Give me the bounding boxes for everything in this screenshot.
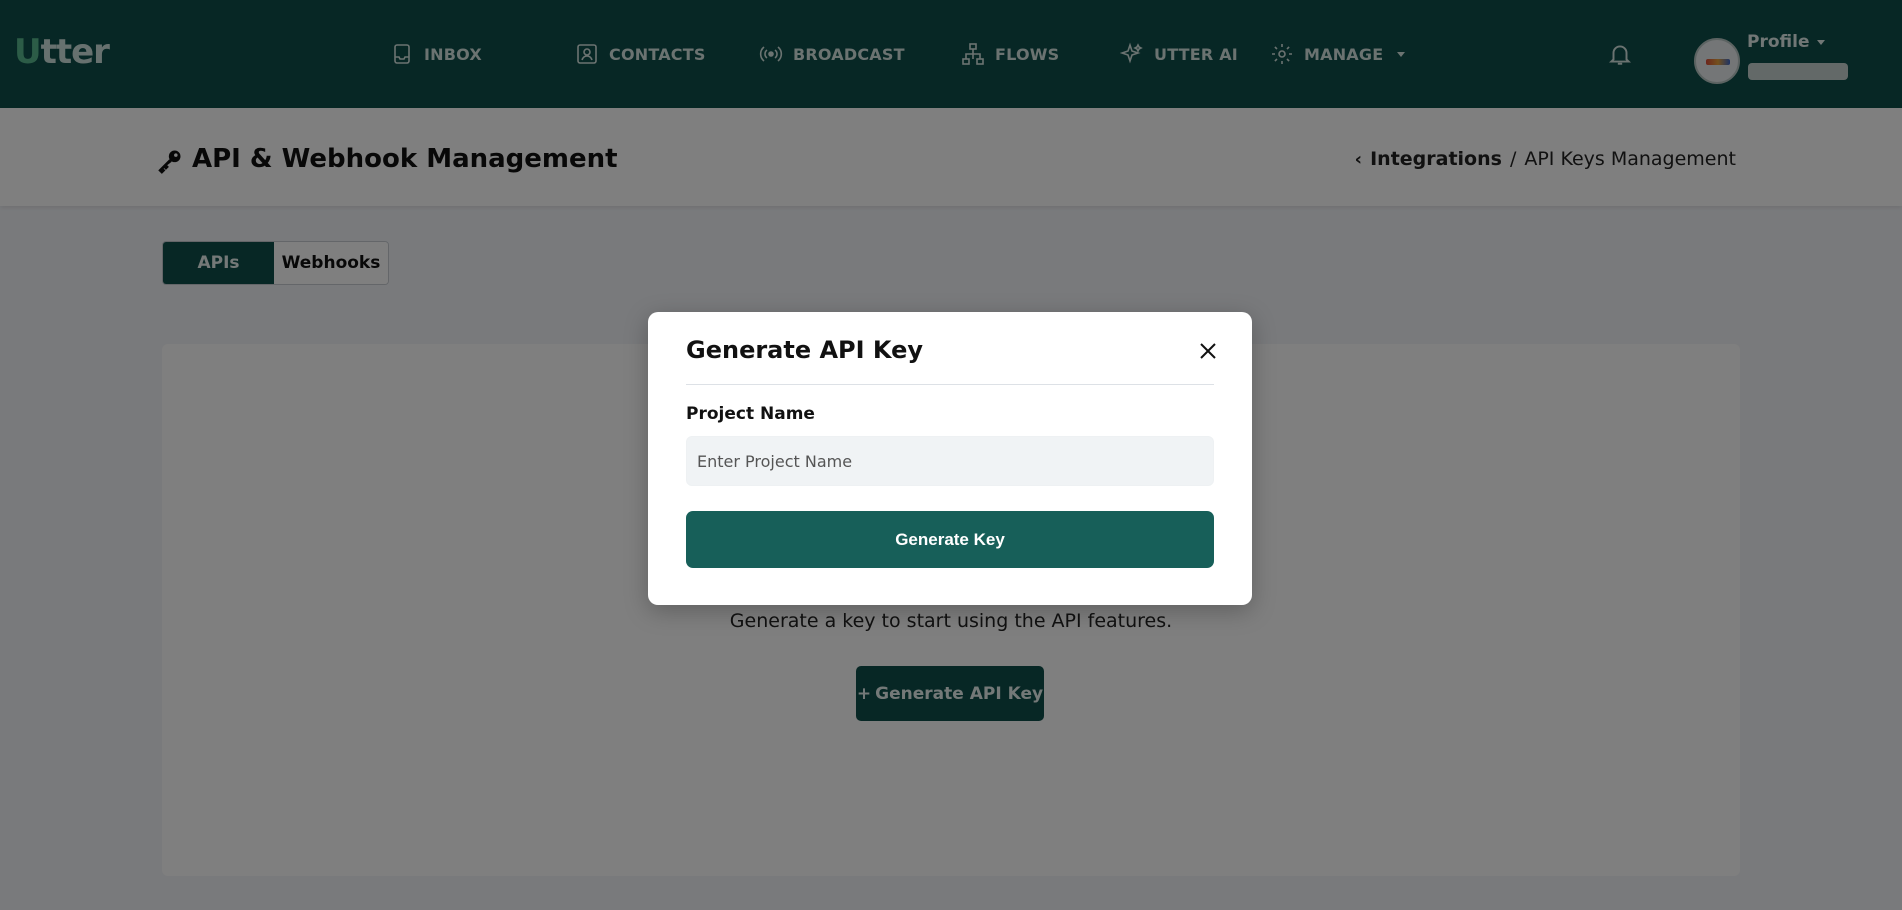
generate-api-key-modal: Generate API Key Project Name Generate K…	[648, 312, 1252, 605]
modal-title: Generate API Key	[686, 336, 924, 364]
generate-key-button[interactable]: Generate Key	[686, 511, 1214, 568]
project-name-input[interactable]	[686, 436, 1214, 486]
modal-divider	[686, 384, 1214, 385]
project-name-label: Project Name	[686, 404, 815, 424]
close-button[interactable]	[1193, 336, 1223, 366]
close-icon	[1200, 343, 1216, 359]
